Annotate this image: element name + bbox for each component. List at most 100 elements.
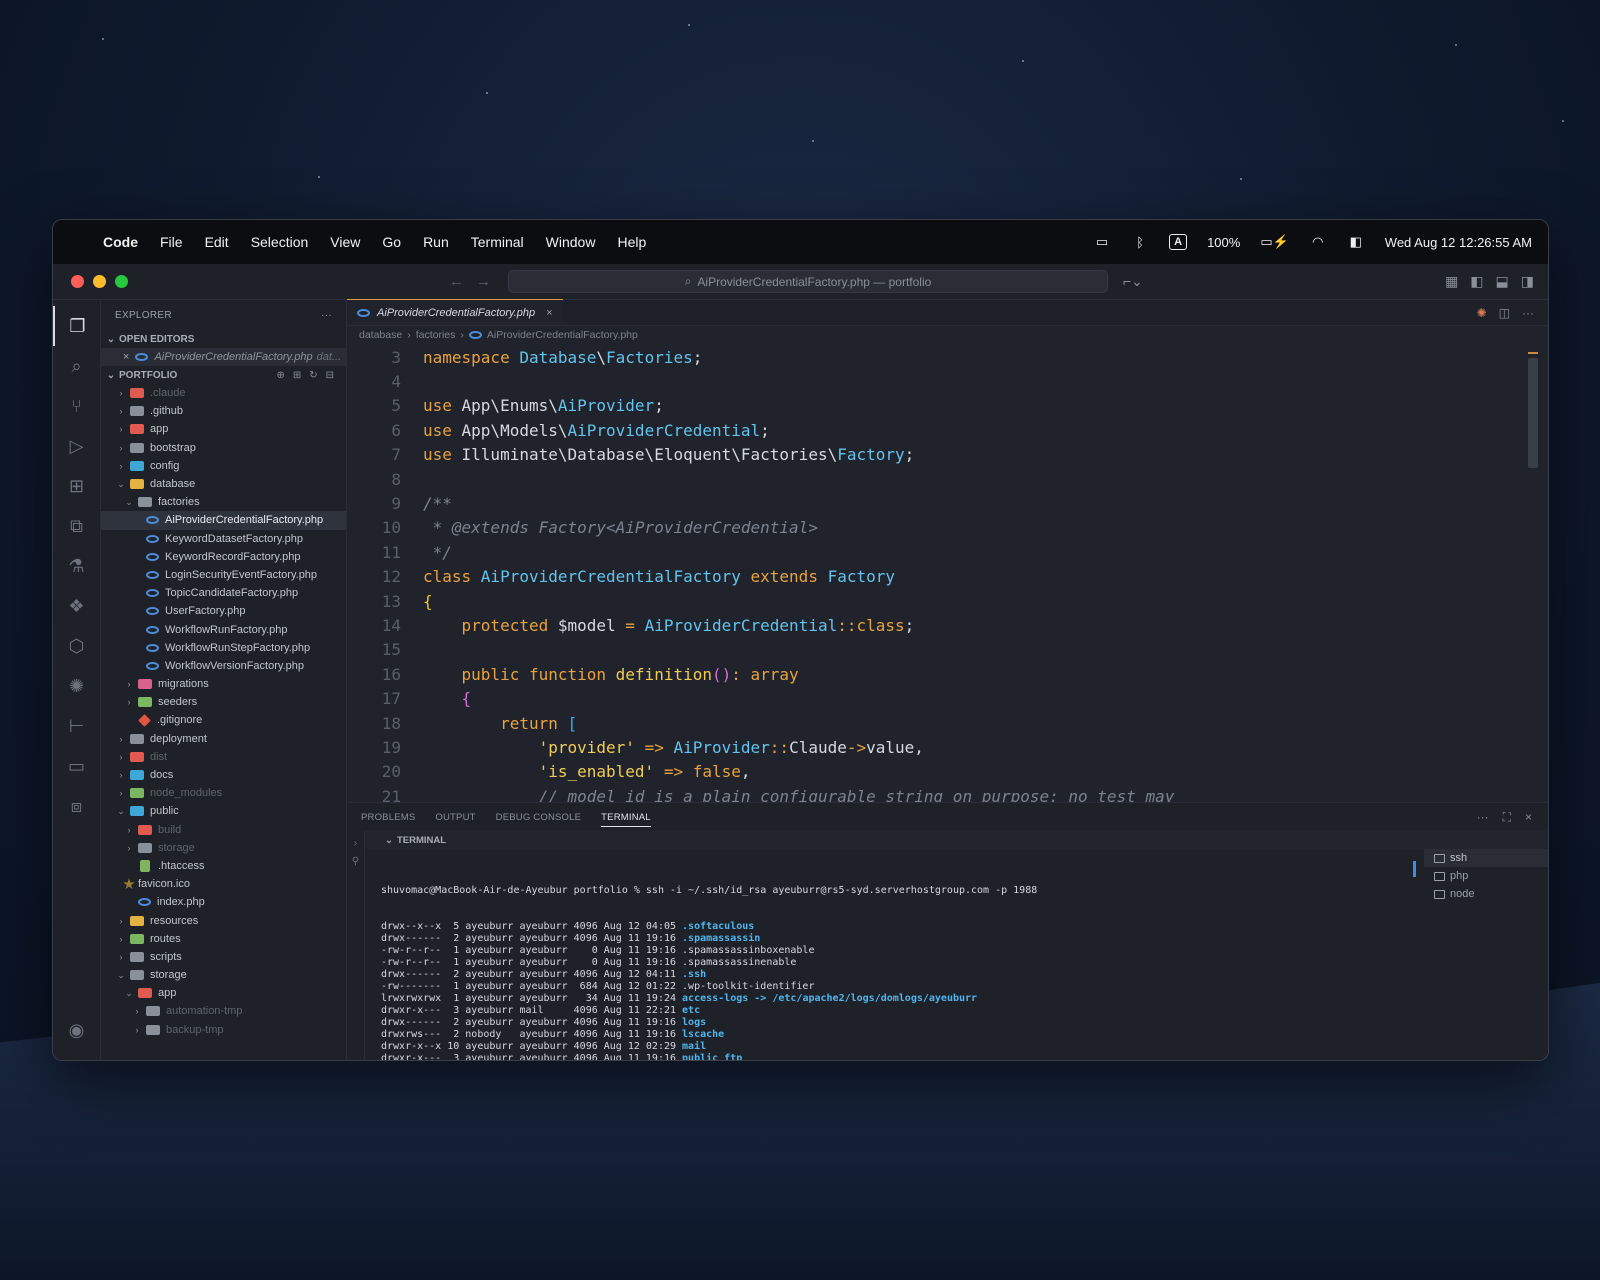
pin-icon[interactable]: ⚲ xyxy=(347,853,364,871)
tree-item[interactable]: WorkflowRunStepFactory.php xyxy=(101,639,346,657)
chat-icon[interactable]: ⌐⌄ xyxy=(1123,273,1143,290)
run-debug-icon[interactable]: ▷ xyxy=(53,426,101,466)
remote-explorer-icon[interactable]: ⧉ xyxy=(53,506,101,546)
bluetooth-icon[interactable]: ᛒ xyxy=(1131,234,1149,250)
minimize-window-button[interactable] xyxy=(93,275,106,288)
tree-item[interactable]: › app xyxy=(101,420,346,438)
tree-item[interactable]: TopicCandidateFactory.php xyxy=(101,584,346,602)
editor-scrollbar[interactable] xyxy=(1528,358,1538,468)
menu-selection[interactable]: Selection xyxy=(251,234,309,250)
menu-go[interactable]: Go xyxy=(382,234,401,250)
close-icon[interactable]: × xyxy=(123,351,129,363)
more-actions-icon[interactable]: ··· xyxy=(1477,810,1489,825)
refresh-icon[interactable]: ↻ xyxy=(309,370,317,381)
split-editor-icon[interactable]: ◫ xyxy=(1499,306,1510,320)
source-control-icon[interactable]: ⑂ xyxy=(53,386,101,426)
maximize-panel-icon[interactable]: ⛶ xyxy=(1503,810,1511,825)
tab-problems[interactable]: PROBLEMS xyxy=(361,812,415,823)
tree-item[interactable]: › .github xyxy=(101,402,346,420)
python-icon[interactable]: ❖ xyxy=(53,586,101,626)
tree-item[interactable]: KeywordRecordFactory.php xyxy=(101,548,346,566)
project-section[interactable]: ⌄ PORTFOLIO ⊕ ⊞ ↻ ⊟ xyxy=(101,366,346,384)
tree-item[interactable]: WorkflowVersionFactory.php xyxy=(101,657,346,675)
tree-item[interactable]: › node_modules xyxy=(101,784,346,802)
open-editors-section[interactable]: ⌄ OPEN EDITORS xyxy=(101,330,346,348)
search-icon[interactable]: ⌕ xyxy=(53,346,101,386)
tree-item[interactable]: AiProviderCredentialFactory.php xyxy=(101,511,346,530)
menubar-clock[interactable]: Wed Aug 12 12:26:55 AM xyxy=(1385,235,1532,250)
containers-icon[interactable]: ⬡ xyxy=(53,626,101,666)
claude-icon[interactable]: ✺ xyxy=(1477,306,1487,320)
testing-icon[interactable]: ⚗ xyxy=(53,546,101,586)
tree-item[interactable]: › docs xyxy=(101,766,346,784)
tree-item[interactable]: › bootstrap xyxy=(101,439,346,457)
collapse-all-icon[interactable]: ⊟ xyxy=(326,370,334,381)
more-actions-icon[interactable]: ··· xyxy=(1522,306,1534,320)
zoom-window-button[interactable] xyxy=(115,275,128,288)
terminal-output[interactable]: shuvomac@MacBook-Air-de-Ayeubur portfoli… xyxy=(381,861,1408,1060)
tree-item[interactable]: UserFactory.php xyxy=(101,602,346,620)
back-arrow-icon[interactable]: ← xyxy=(449,273,476,290)
menu-view[interactable]: View xyxy=(330,234,360,250)
folder-icon[interactable]: ▭ xyxy=(53,746,101,786)
tree-item[interactable]: WorkflowRunFactory.php xyxy=(101,620,346,638)
tree-item[interactable]: ⌄ app xyxy=(101,984,346,1002)
tree-item[interactable]: › build xyxy=(101,821,346,839)
tab-debug-console[interactable]: DEBUG CONSOLE xyxy=(496,812,581,823)
tree-item[interactable]: › config xyxy=(101,457,346,475)
explorer-icon[interactable]: ❐ xyxy=(53,306,101,346)
hierarchy-icon[interactable]: ⊢ xyxy=(53,706,101,746)
tab-output[interactable]: OUTPUT xyxy=(435,812,475,823)
tree-item[interactable]: › automation-tmp xyxy=(101,1002,346,1020)
tree-item[interactable]: › backup-tmp xyxy=(101,1021,346,1039)
menu-code[interactable]: Code xyxy=(103,234,138,250)
menu-file[interactable]: File xyxy=(160,234,183,250)
account-icon[interactable]: ◉ xyxy=(53,1010,101,1050)
terminal-instance-ssh[interactable]: ssh xyxy=(1424,849,1548,867)
menu-terminal[interactable]: Terminal xyxy=(471,234,524,250)
battery-icon[interactable]: ▭⚡ xyxy=(1260,234,1288,250)
terminal-instance-php[interactable]: php xyxy=(1424,867,1548,885)
tab-active-file[interactable]: AiProviderCredentialFactory.php × xyxy=(347,299,563,325)
tab-terminal[interactable]: TERMINAL xyxy=(601,808,651,827)
menu-edit[interactable]: Edit xyxy=(205,234,229,250)
code-editor[interactable]: 3 namespace Database\Factories; 4 5 use App\… xyxy=(347,344,1548,833)
wifi-icon[interactable]: ◠ xyxy=(1309,234,1327,250)
tree-item[interactable]: index.php xyxy=(101,893,346,911)
new-folder-icon[interactable]: ⊞ xyxy=(293,370,301,381)
screen-mirror-icon[interactable]: ▭ xyxy=(1093,234,1111,250)
tree-item[interactable]: › migrations xyxy=(101,675,346,693)
tree-item[interactable]: › resources xyxy=(101,911,346,929)
tree-item[interactable]: ⌄ factories xyxy=(101,493,346,511)
customize-layout-icon[interactable]: ▦ xyxy=(1445,273,1458,290)
tree-item[interactable]: › scripts xyxy=(101,948,346,966)
tree-item[interactable]: ⌄ public xyxy=(101,802,346,820)
input-source-icon[interactable]: A xyxy=(1169,234,1188,250)
breadcrumb-item[interactable]: database xyxy=(359,329,402,341)
toggle-secondary-sidebar-icon[interactable]: ◨ xyxy=(1521,273,1534,290)
close-window-button[interactable] xyxy=(71,275,84,288)
extensions-icon[interactable]: ⊞ xyxy=(53,466,101,506)
tree-item[interactable]: › deployment xyxy=(101,730,346,748)
breadcrumb-item[interactable]: AiProviderCredentialFactory.php xyxy=(487,329,638,341)
menu-window[interactable]: Window xyxy=(546,234,596,250)
more-actions-icon[interactable]: ··· xyxy=(321,310,332,321)
toggle-sidebar-icon[interactable]: ◧ xyxy=(1470,273,1483,290)
tree-item[interactable]: › dist xyxy=(101,748,346,766)
forward-arrow-icon[interactable]: → xyxy=(476,273,503,290)
tree-item[interactable]: LoginSecurityEventFactory.php xyxy=(101,566,346,584)
tree-item[interactable]: KeywordDatasetFactory.php xyxy=(101,530,346,548)
tree-item[interactable]: .gitignore xyxy=(101,711,346,729)
command-center[interactable]: ⌕ AiProviderCredentialFactory.php — port… xyxy=(508,270,1108,293)
claude-icon[interactable]: ✺ xyxy=(53,666,101,706)
menu-run[interactable]: Run xyxy=(423,234,449,250)
tree-item[interactable]: › routes xyxy=(101,930,346,948)
close-icon[interactable]: × xyxy=(546,307,552,319)
tree-item[interactable]: › storage xyxy=(101,839,346,857)
terminal-instance-node[interactable]: node xyxy=(1424,885,1548,903)
new-file-icon[interactable]: ⊕ xyxy=(276,370,284,381)
breadcrumb-item[interactable]: factories xyxy=(416,329,456,341)
tree-item[interactable]: ⌄ storage xyxy=(101,966,346,984)
tree-item[interactable]: favicon.ico xyxy=(101,875,346,893)
terminal-section-header[interactable]: ⌄ TERMINAL xyxy=(365,831,1548,849)
